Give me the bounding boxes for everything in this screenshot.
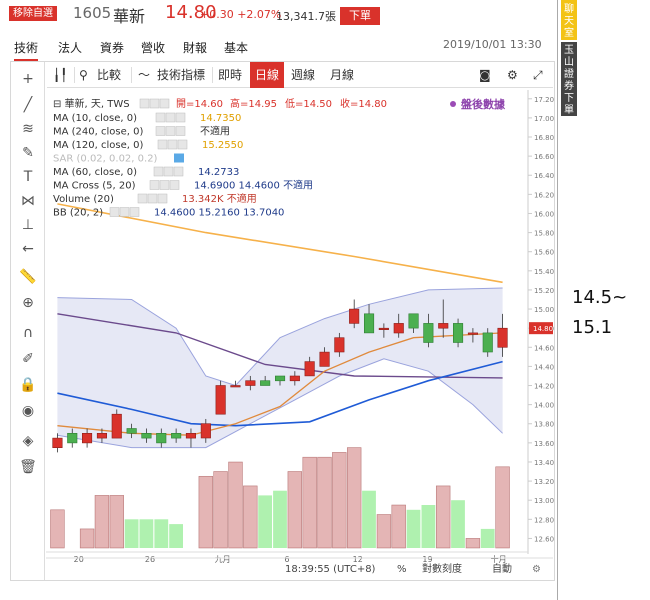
camera-icon[interactable]: ◙ [479, 62, 491, 88]
fullscreen-icon[interactable]: ⤢ [533, 62, 543, 88]
weekly-button[interactable]: 週線 [291, 62, 315, 88]
drawing-toolbar: + ╱ ≋ ✎ T ⋈ ⊥ ← 📏 ⊕ ∩ ✐ 🔒 ◉ ◈ 🗑 [11, 62, 45, 580]
magnet-icon[interactable]: ∩ [19, 324, 37, 342]
trendline-icon[interactable]: ╱ [19, 96, 37, 114]
compare-button[interactable]: 比較 [97, 62, 121, 88]
divider [212, 67, 213, 83]
annotation-line-1: 14.5~ [572, 287, 628, 308]
brush-icon[interactable]: ✎ [19, 144, 37, 162]
chart-panel [10, 61, 555, 581]
indicators-button[interactable]: 技術指標 [157, 62, 205, 88]
fib-icon[interactable]: ≋ [19, 120, 37, 138]
order-button[interactable]: 下單 [340, 7, 380, 25]
annotation-note: 14.5~ 15.1 [572, 283, 627, 343]
ruler-icon[interactable]: 📏 [19, 268, 37, 286]
esun-order-button[interactable]: 玉山證券下單 [561, 42, 577, 116]
measure-icon[interactable]: ⊥ [19, 216, 37, 234]
trash-icon[interactable]: 🗑 [19, 458, 37, 476]
stock-name: 華新 [113, 7, 146, 26]
eye-icon[interactable]: ◉ [19, 402, 37, 420]
tab-institutional[interactable]: 法人 [58, 39, 82, 56]
remove-watchlist-button[interactable]: 移除自選 [9, 6, 57, 21]
tab-basic[interactable]: 基本 [224, 39, 248, 56]
trade-volume: 13,341.7張 [276, 10, 336, 23]
realtime-button[interactable]: 即時 [218, 62, 242, 88]
daily-button[interactable]: 日線 [250, 62, 285, 88]
divider [74, 67, 75, 83]
crosshair-icon[interactable]: + [19, 70, 37, 88]
app-root: 移除自選 1605 華新 14.80 +0.30 +2.07% 13,341.7… [0, 0, 650, 600]
compare-icon[interactable]: ⚲ [79, 62, 88, 88]
price-change: +0.30 +2.07% [200, 8, 282, 21]
back-arrow-icon[interactable]: ← [19, 240, 37, 258]
tab-revenue[interactable]: 營收 [141, 39, 165, 56]
tab-technical[interactable]: 技術 [14, 39, 39, 61]
chart-toolbar: ╽╿ ⚲ 比較 〜 技術指標 即時 日線 週線 月線 ◙ ⚙ ⤢ [47, 62, 553, 88]
quote-header: 移除自選 1605 華新 14.80 +0.30 +2.07% 13,341.7… [0, 0, 556, 32]
tab-margin[interactable]: 資券 [100, 39, 124, 56]
lock-icon[interactable]: 🔒 [19, 376, 37, 394]
divider [131, 67, 132, 83]
tab-financials[interactable]: 財報 [183, 39, 207, 56]
indicator-icon[interactable]: 〜 [138, 62, 150, 88]
annotation-line-2: 15.1 [572, 317, 613, 338]
chat-room-button[interactable]: 聊天室 [561, 0, 577, 40]
gear-icon[interactable]: ⚙ [507, 62, 518, 88]
quote-datetime: 2019/10/01 13:30 [443, 38, 542, 51]
candle-type-icon[interactable]: ╽╿ [53, 62, 67, 88]
zoom-in-icon[interactable]: ⊕ [19, 294, 37, 312]
layers-icon[interactable]: ◈ [19, 432, 37, 450]
stock-code: 1605 [73, 4, 112, 22]
monthly-button[interactable]: 月線 [330, 62, 354, 88]
text-tool-icon[interactable]: T [19, 168, 37, 186]
pencil-lock-icon[interactable]: ✐ [19, 350, 37, 368]
pattern-icon[interactable]: ⋈ [19, 192, 37, 210]
